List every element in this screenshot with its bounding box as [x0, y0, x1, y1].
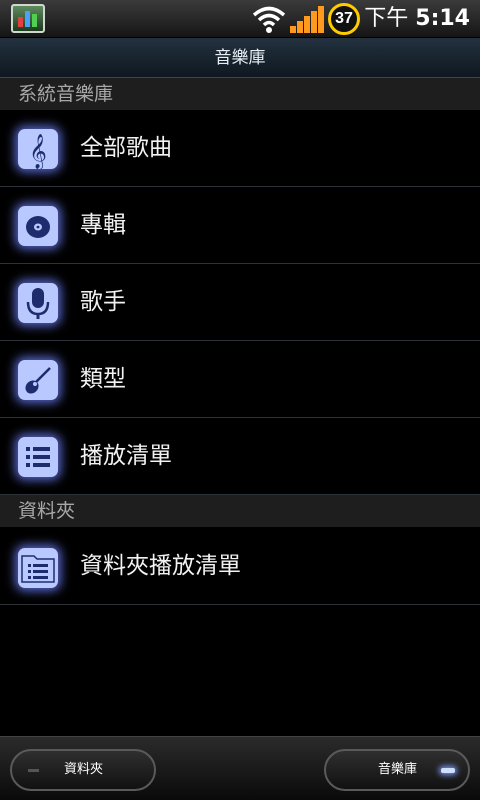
time-period: 下午 [364, 6, 409, 31]
signal-icon [290, 6, 324, 33]
time-value: 5:14 [415, 6, 470, 31]
list-item-all-songs[interactable]: 𝄞 全部歌曲 [0, 110, 480, 187]
status-bar: 37 下午 5:14 [0, 0, 480, 38]
microphone-icon [18, 283, 58, 323]
guitar-icon [18, 360, 58, 400]
list-item-label: 全部歌曲 [80, 135, 172, 161]
album-disc-icon [18, 206, 58, 246]
list-item-genres[interactable]: 類型 [0, 341, 480, 418]
page-title: 音樂庫 [0, 38, 480, 78]
battery-level: 37 [335, 10, 353, 27]
list-item-label: 專輯 [80, 212, 126, 238]
section-header-folders: 資料夾 [0, 495, 480, 527]
list-item-label: 歌手 [80, 289, 126, 315]
bottom-tab-bar: 資料夾 音樂庫 [0, 736, 480, 800]
clock: 下午 5:14 [364, 3, 470, 35]
tab-label: 資料夾 [64, 762, 104, 777]
svg-text:𝄞: 𝄞 [29, 134, 47, 169]
section-header-system-library: 系統音樂庫 [0, 78, 480, 110]
playlist-icon [18, 437, 58, 477]
list-item-artists[interactable]: 歌手 [0, 264, 480, 341]
active-indicator-icon [441, 768, 455, 773]
app-notification-icon[interactable] [11, 4, 45, 33]
tab-library[interactable]: 音樂庫 [324, 749, 470, 791]
tab-folders[interactable]: 資料夾 [10, 749, 156, 791]
list-item-playlists[interactable]: 播放清單 [0, 418, 480, 495]
list-item-folder-playlists[interactable]: 資料夾播放清單 [0, 527, 480, 605]
list-item-label: 資料夾播放清單 [80, 553, 241, 579]
list-item-albums[interactable]: 專輯 [0, 187, 480, 264]
list-item-label: 類型 [80, 366, 126, 392]
wifi-icon [252, 6, 286, 33]
battery-icon: 37 [328, 3, 360, 35]
folder-playlist-icon [18, 548, 58, 588]
tab-label: 音樂庫 [378, 762, 418, 777]
list-item-label: 播放清單 [80, 443, 172, 469]
inactive-indicator-icon [28, 769, 39, 772]
treble-clef-icon: 𝄞 [18, 129, 58, 169]
